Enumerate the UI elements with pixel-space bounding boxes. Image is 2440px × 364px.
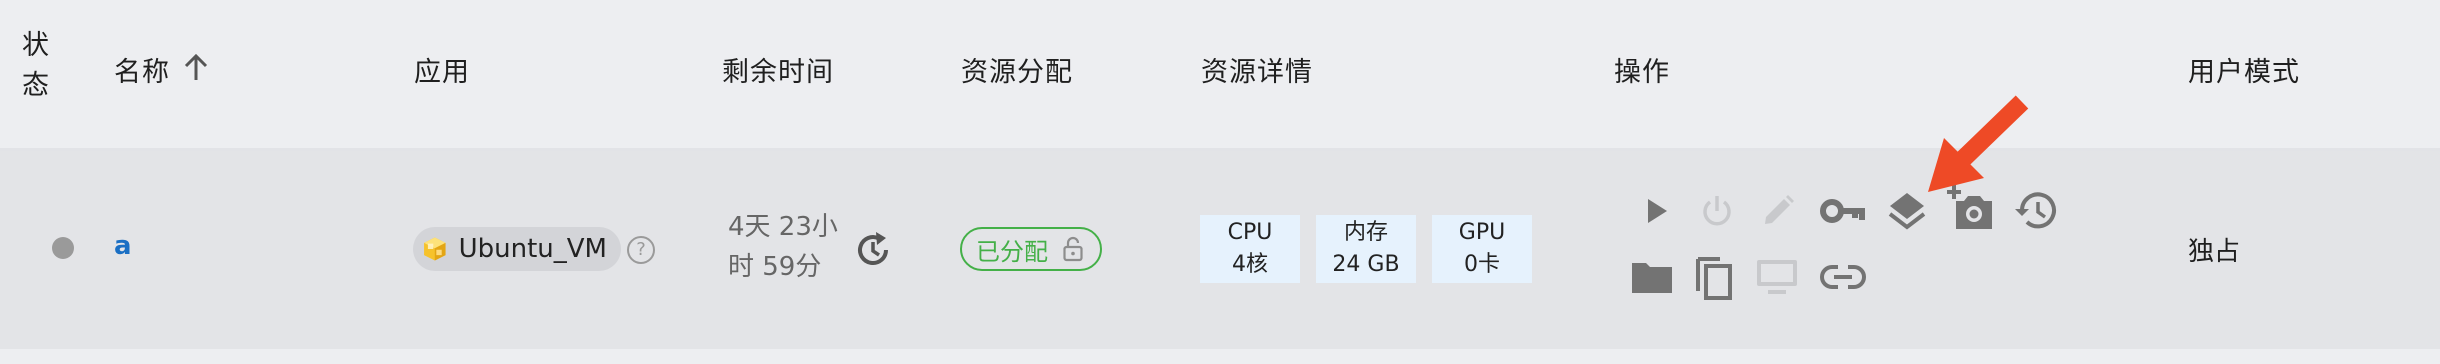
remaining-time: 4天 23小 时 59分 <box>728 207 838 287</box>
column-header-user-mode: 用户模式 <box>2188 57 2300 88</box>
table-row: a Ubuntu_VM ? 4天 23小 时 59分 已分配 CPU 4核 内存 <box>0 151 2440 349</box>
resource-memory-label: 内存 <box>1343 220 1388 245</box>
column-header-details: 资源详情 <box>1201 57 1313 88</box>
allocation-status-text: 已分配 <box>976 237 1048 266</box>
red-arrow-annotation <box>1928 95 2029 192</box>
resource-cpu-label: CPU <box>1227 220 1273 245</box>
resource-gpu-label: GPU <box>1458 220 1506 245</box>
column-header-actions: 操作 <box>1614 57 1670 88</box>
folder-icon[interactable] <box>1630 257 1674 297</box>
app-name: Ubuntu_VM <box>458 234 607 264</box>
allocation-status-badge: 已分配 <box>960 227 1102 271</box>
key-icon[interactable] <box>1820 191 1866 231</box>
copy-icon[interactable] <box>1692 253 1736 301</box>
resource-memory: 内存 24 GB <box>1316 215 1416 283</box>
resource-cpu: CPU 4核 <box>1200 215 1300 283</box>
user-mode-value: 独占 <box>2188 237 2241 267</box>
remaining-time-line1: 4天 23小 <box>728 212 838 242</box>
resource-cpu-value: 4核 <box>1232 252 1268 277</box>
column-header-name[interactable]: 名称 <box>114 50 170 89</box>
table-header: 状态 名称 应用 剩余时间 资源分配 资源详情 操作 用户模式 <box>0 0 2440 151</box>
column-header-app: 应用 <box>414 57 470 88</box>
pencil-icon[interactable] <box>1758 191 1798 231</box>
column-header-allocation: 资源分配 <box>961 57 1073 88</box>
resource-gpu-value: 0卡 <box>1464 252 1500 277</box>
link-icon[interactable] <box>1820 259 1866 295</box>
column-header-remaining: 剩余时间 <box>722 57 834 88</box>
remaining-time-line2: 时 59分 <box>728 252 822 282</box>
power-icon[interactable] <box>1697 191 1737 231</box>
monitor-icon[interactable] <box>1754 256 1800 298</box>
help-icon[interactable]: ? <box>627 236 655 264</box>
play-icon[interactable] <box>1636 191 1676 231</box>
table-bottom-strip <box>0 349 2440 364</box>
ubuntu-cube-icon <box>424 237 446 261</box>
resource-gpu: GPU 0卡 <box>1432 215 1532 283</box>
column-header-status: 状态 <box>22 30 50 101</box>
lock-open-icon <box>1063 236 1083 262</box>
status-indicator <box>52 237 74 259</box>
resource-memory-value: 24 GB <box>1332 252 1400 277</box>
arrow-up-icon[interactable] <box>183 52 209 82</box>
instance-name-link[interactable]: a <box>114 231 132 261</box>
refresh-clock-icon[interactable] <box>852 229 894 271</box>
app-chip[interactable]: Ubuntu_VM <box>413 227 621 271</box>
